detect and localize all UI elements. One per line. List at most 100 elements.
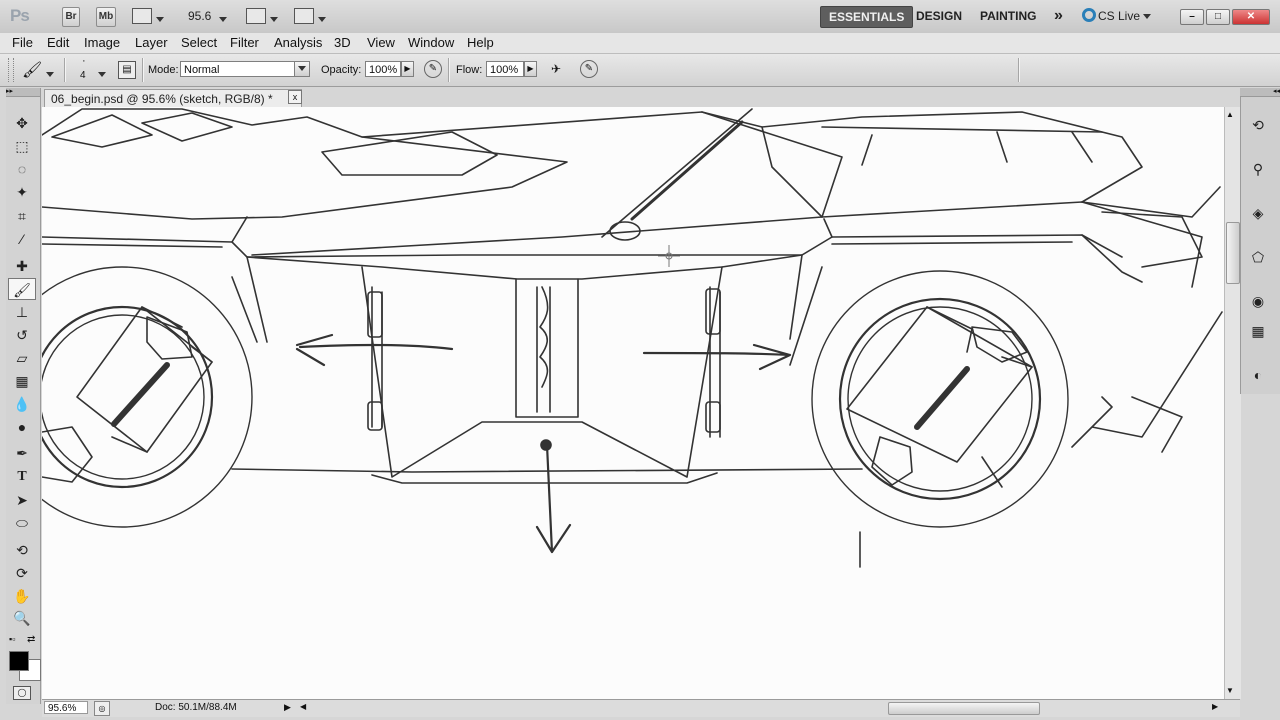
close-document-icon[interactable]: x — [288, 90, 302, 104]
menu-select[interactable]: Select — [181, 35, 217, 50]
dodge-tool-icon[interactable]: ● — [8, 416, 36, 438]
cs-live-icon — [1082, 8, 1096, 22]
paths-panel-icon[interactable]: ⬠ — [1247, 246, 1269, 268]
launch-mini-bridge-button[interactable]: Mb — [96, 7, 116, 27]
options-separator — [1018, 58, 1020, 82]
workspace-design[interactable]: DESIGN — [908, 6, 970, 26]
marquee-tool-icon[interactable]: ⬚ — [8, 135, 36, 157]
arrange-documents-icon[interactable] — [246, 8, 266, 24]
eraser-tool-icon[interactable]: ▱ — [8, 347, 36, 369]
airbrush-icon[interactable]: ✈ — [547, 60, 565, 78]
brush-size-value[interactable]: 4 — [80, 70, 86, 81]
status-zoom-input[interactable]: 95.6% — [44, 701, 88, 714]
history-brush-tool-icon[interactable]: ↺ — [8, 324, 36, 346]
3d-orbit-tool-icon[interactable]: ⟳ — [8, 562, 36, 584]
tool-preset-dropdown[interactable] — [46, 67, 54, 81]
flow-input[interactable]: 100% — [486, 61, 524, 77]
close-app-button[interactable]: ✕ — [1232, 9, 1270, 25]
lasso-tool-icon[interactable]: ◌ — [8, 158, 36, 180]
screen-mode-dropdown[interactable] — [318, 12, 326, 26]
color-panel-icon[interactable]: ◉ — [1247, 290, 1269, 312]
zoom-level-display[interactable]: 95.6 — [188, 9, 211, 23]
document-size-info: Doc: 50.1M/88.4M — [155, 702, 237, 713]
maximize-button[interactable]: □ — [1206, 9, 1230, 25]
swatches-panel-icon[interactable]: ▦ — [1247, 320, 1269, 342]
status-menu-arrow-icon[interactable]: ▶ — [284, 701, 296, 714]
menu-analysis[interactable]: Analysis — [274, 35, 322, 50]
crop-tool-icon[interactable]: ⌗ — [8, 205, 36, 227]
tools-panel-collapse-icon[interactable]: ▸▸ — [6, 88, 40, 97]
quick-mask-icon[interactable]: ◯ — [13, 686, 31, 700]
workspace-essentials[interactable]: ESSENTIALS — [820, 6, 914, 28]
opacity-input[interactable]: 100% — [365, 61, 401, 77]
blend-mode-select[interactable]: Normal — [180, 61, 310, 77]
scroll-down-arrow-icon[interactable]: ▼ — [1226, 686, 1234, 695]
view-extras-icon[interactable] — [132, 8, 152, 24]
blur-tool-icon[interactable]: 💧 — [8, 393, 36, 415]
menu-image[interactable]: Image — [84, 35, 120, 50]
layers-panel-icon[interactable]: ◈ — [1247, 202, 1269, 224]
default-colors-icon[interactable]: ▪▫ — [9, 634, 15, 644]
hand-tool-icon[interactable]: ✋ — [8, 585, 36, 607]
quick-selection-tool-icon[interactable]: ✦ — [8, 181, 36, 203]
hscroll-right-arrow-icon[interactable]: ▶ — [1212, 702, 1218, 711]
pressure-size-icon[interactable]: ✎ — [580, 60, 598, 78]
more-workspaces-button[interactable]: » — [1046, 6, 1071, 26]
brush-panel-toggle-icon[interactable]: ▤ — [118, 61, 136, 79]
swap-colors-icon[interactable]: ⇄ — [27, 634, 35, 645]
path-selection-tool-icon[interactable]: ➤ — [8, 489, 36, 511]
menu-file[interactable]: File — [12, 35, 33, 50]
options-bar-grip[interactable] — [8, 58, 14, 82]
flow-slider-button[interactable]: ▶ — [524, 61, 537, 77]
pen-tool-icon[interactable]: ✒ — [8, 442, 36, 464]
document-canvas[interactable] — [42, 107, 1224, 699]
zoom-dropdown[interactable] — [219, 12, 227, 26]
history-panel-icon[interactable]: ⟲ — [1247, 114, 1269, 136]
status-options-icon[interactable]: ◎ — [94, 701, 110, 716]
healing-brush-tool-icon[interactable]: ✚ — [8, 255, 36, 277]
scroll-up-arrow-icon[interactable]: ▲ — [1226, 110, 1234, 119]
sketch-artwork — [42, 108, 1223, 568]
dock-collapse-icon[interactable]: ◂◂ — [1240, 88, 1280, 97]
blend-mode-dropdown-arrow[interactable] — [294, 61, 310, 77]
tool-preset-brush-icon[interactable]: 🖌 — [22, 60, 42, 80]
brush-tool-icon[interactable]: 🖌 — [8, 278, 36, 300]
vertical-scroll-thumb[interactable] — [1226, 222, 1240, 284]
type-tool-icon[interactable]: T — [8, 466, 36, 488]
menu-3d[interactable]: 3D — [334, 35, 351, 50]
brush-preset-dropdown[interactable] — [98, 67, 106, 81]
eyedropper-tool-icon[interactable]: ⁄ — [8, 228, 36, 250]
menu-window[interactable]: Window — [408, 35, 454, 50]
view-extras-dropdown[interactable] — [156, 12, 164, 26]
horizontal-scroll-thumb[interactable] — [888, 702, 1040, 715]
opacity-label: Opacity: — [321, 64, 362, 76]
clone-stamp-tool-icon[interactable]: ⊥ — [8, 301, 36, 323]
zoom-tool-icon[interactable]: 🔍 — [8, 607, 36, 629]
actions-panel-icon[interactable]: ⚲ — [1247, 158, 1269, 180]
blend-mode-value: Normal — [184, 64, 220, 76]
gradient-tool-icon[interactable]: ▦ — [8, 370, 36, 392]
minimize-button[interactable]: – — [1180, 9, 1204, 25]
ellipse-tool-icon[interactable]: ⬭ — [8, 512, 36, 534]
opacity-slider-button[interactable]: ▶ — [401, 61, 414, 77]
menu-help[interactable]: Help — [467, 35, 494, 50]
document-tab[interactable]: 06_begin.psd @ 95.6% (sketch, RGB/8) * — [44, 89, 302, 107]
menu-view[interactable]: View — [367, 35, 395, 50]
cs-live-label: CS Live — [1098, 9, 1141, 23]
foreground-color-swatch[interactable] — [9, 651, 29, 671]
screen-mode-icon[interactable] — [294, 8, 314, 24]
mode-label: Mode: — [148, 64, 179, 76]
arrange-documents-dropdown[interactable] — [270, 12, 278, 26]
menu-edit[interactable]: Edit — [47, 35, 69, 50]
workspace-painting[interactable]: PAINTING — [972, 6, 1044, 26]
launch-bridge-button[interactable]: Br — [62, 7, 80, 27]
menu-layer[interactable]: Layer — [135, 35, 168, 50]
cs-live-menu[interactable]: CS Live — [1098, 9, 1152, 23]
vertical-scrollbar[interactable] — [1224, 107, 1241, 699]
adjustments-panel-icon[interactable]: ◐ — [1247, 364, 1269, 386]
hscroll-left-arrow-icon[interactable]: ◀ — [300, 702, 306, 711]
menu-filter[interactable]: Filter — [230, 35, 259, 50]
3d-rotate-tool-icon[interactable]: ⟲ — [8, 539, 36, 561]
pressure-opacity-icon[interactable]: ✎ — [424, 60, 442, 78]
move-tool-icon[interactable]: ✥ — [8, 112, 36, 134]
